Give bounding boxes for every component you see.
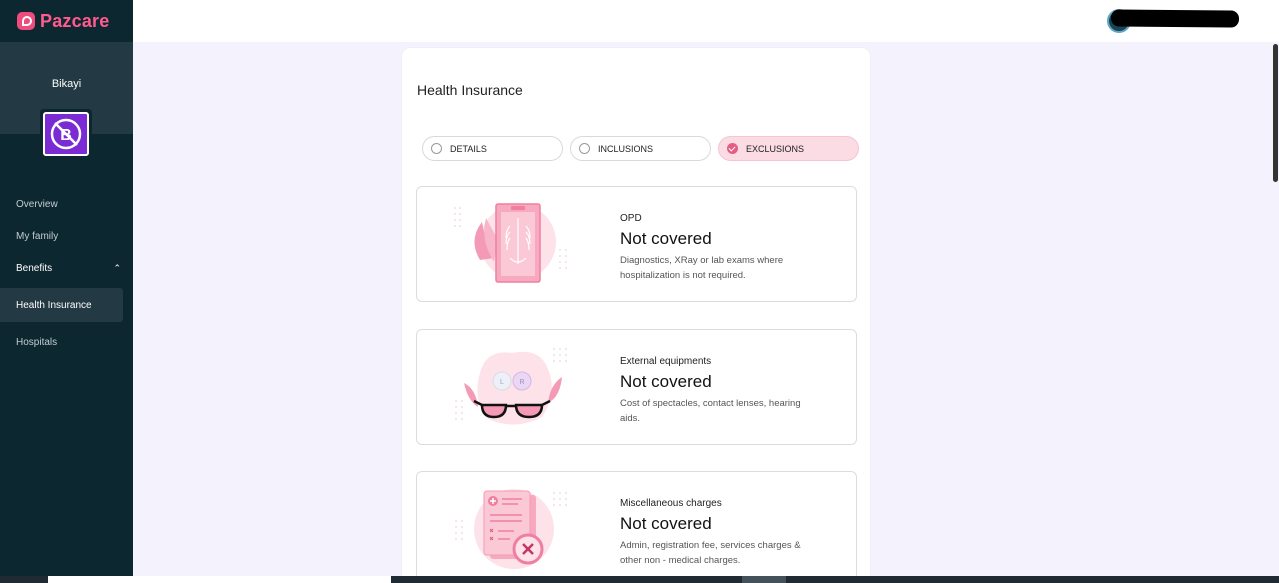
svg-text:L: L [500, 379, 504, 386]
app-logo[interactable]: Pazcare [0, 0, 133, 42]
company-logo: B [40, 109, 92, 159]
sidebar-item-label: Benefits [16, 262, 53, 274]
sidebar-item-overview[interactable]: Overview [0, 188, 133, 220]
document-cross-icon [455, 489, 567, 569]
chevron-up-icon: ⌃ [113, 262, 121, 273]
radio-icon [431, 143, 442, 154]
tab-label: EXCLUSIONS [746, 143, 805, 154]
exclusion-description: Diagnostics, XRay or lab exams where hos… [620, 255, 784, 281]
coverage-status: Not covered [620, 229, 712, 248]
check-radio-icon [727, 143, 738, 154]
exclusion-text: OPD Not covered Diagnostics, XRay or lab… [620, 213, 820, 283]
spectacles-icon: L R [455, 348, 567, 425]
tab-exclusions[interactable]: EXCLUSIONS [718, 136, 859, 161]
exclusion-card-miscellaneous-charges: Miscellaneous charges Not covered Admin,… [416, 471, 857, 583]
exclusion-description: Cost of spectacles, contact lenses, hear… [620, 398, 801, 424]
redacted-user-name [1110, 9, 1240, 28]
exclusion-text: External equipments Not covered Cost of … [620, 356, 820, 426]
coverage-status: Not covered [620, 514, 712, 533]
exclusion-category: External equipments [620, 356, 712, 367]
coverage-status: Not covered [620, 372, 712, 391]
sidebar-item-hospitals[interactable]: Hospitals [0, 326, 133, 358]
exclusion-text: Miscellaneous charges Not covered Admin,… [620, 498, 820, 568]
exclusion-category: OPD [620, 213, 642, 224]
sidebar-item-label: Hospitals [16, 336, 58, 348]
taskbar-search-box[interactable] [48, 576, 391, 583]
sidebar: Pazcare Bikayi B Overview My family Bene… [0, 0, 133, 583]
sidebar-item-benefits[interactable]: Benefits ⌃ [0, 252, 133, 284]
insurance-tabs: DETAILS INCLUSIONS EXCLUSIONS [422, 136, 859, 161]
scrollbar-thumb[interactable] [1273, 44, 1278, 182]
sidebar-nav: Overview My family Benefits ⌃ Health Ins… [0, 188, 133, 358]
sidebar-item-label: My family [16, 230, 59, 242]
sidebar-item-label: Overview [16, 198, 58, 210]
sidebar-item-health-insurance[interactable]: Health Insurance [0, 288, 123, 322]
exclusion-category: Miscellaneous charges [620, 498, 722, 509]
tab-inclusions[interactable]: INCLUSIONS [570, 136, 711, 161]
xray-icon [454, 203, 567, 283]
taskbar-app-button[interactable] [742, 576, 786, 583]
top-bar [133, 0, 1279, 42]
app-logo-text: Pazcare [40, 10, 110, 31]
tab-label: INCLUSIONS [598, 143, 654, 154]
sidebar-item-label: Health Insurance [16, 299, 92, 311]
page-title: Health Insurance [417, 82, 523, 98]
svg-text:R: R [519, 379, 524, 386]
radio-icon [579, 143, 590, 154]
exclusion-card-opd: OPD Not covered Diagnostics, XRay or lab… [416, 186, 857, 302]
insurance-card: Health Insurance DETAILS INCLUSIONS EXCL… [402, 48, 870, 583]
exclusion-card-external-equipments: L R External equipments Not covered Cost… [416, 329, 857, 445]
bikayi-logo-icon: B [50, 118, 82, 150]
sidebar-item-my-family[interactable]: My family [0, 220, 133, 252]
pazcare-logo-icon [17, 12, 35, 30]
exclusion-description: Admin, registration fee, services charge… [620, 540, 801, 566]
tab-details[interactable]: DETAILS [422, 136, 563, 161]
tab-label: DETAILS [450, 143, 487, 154]
